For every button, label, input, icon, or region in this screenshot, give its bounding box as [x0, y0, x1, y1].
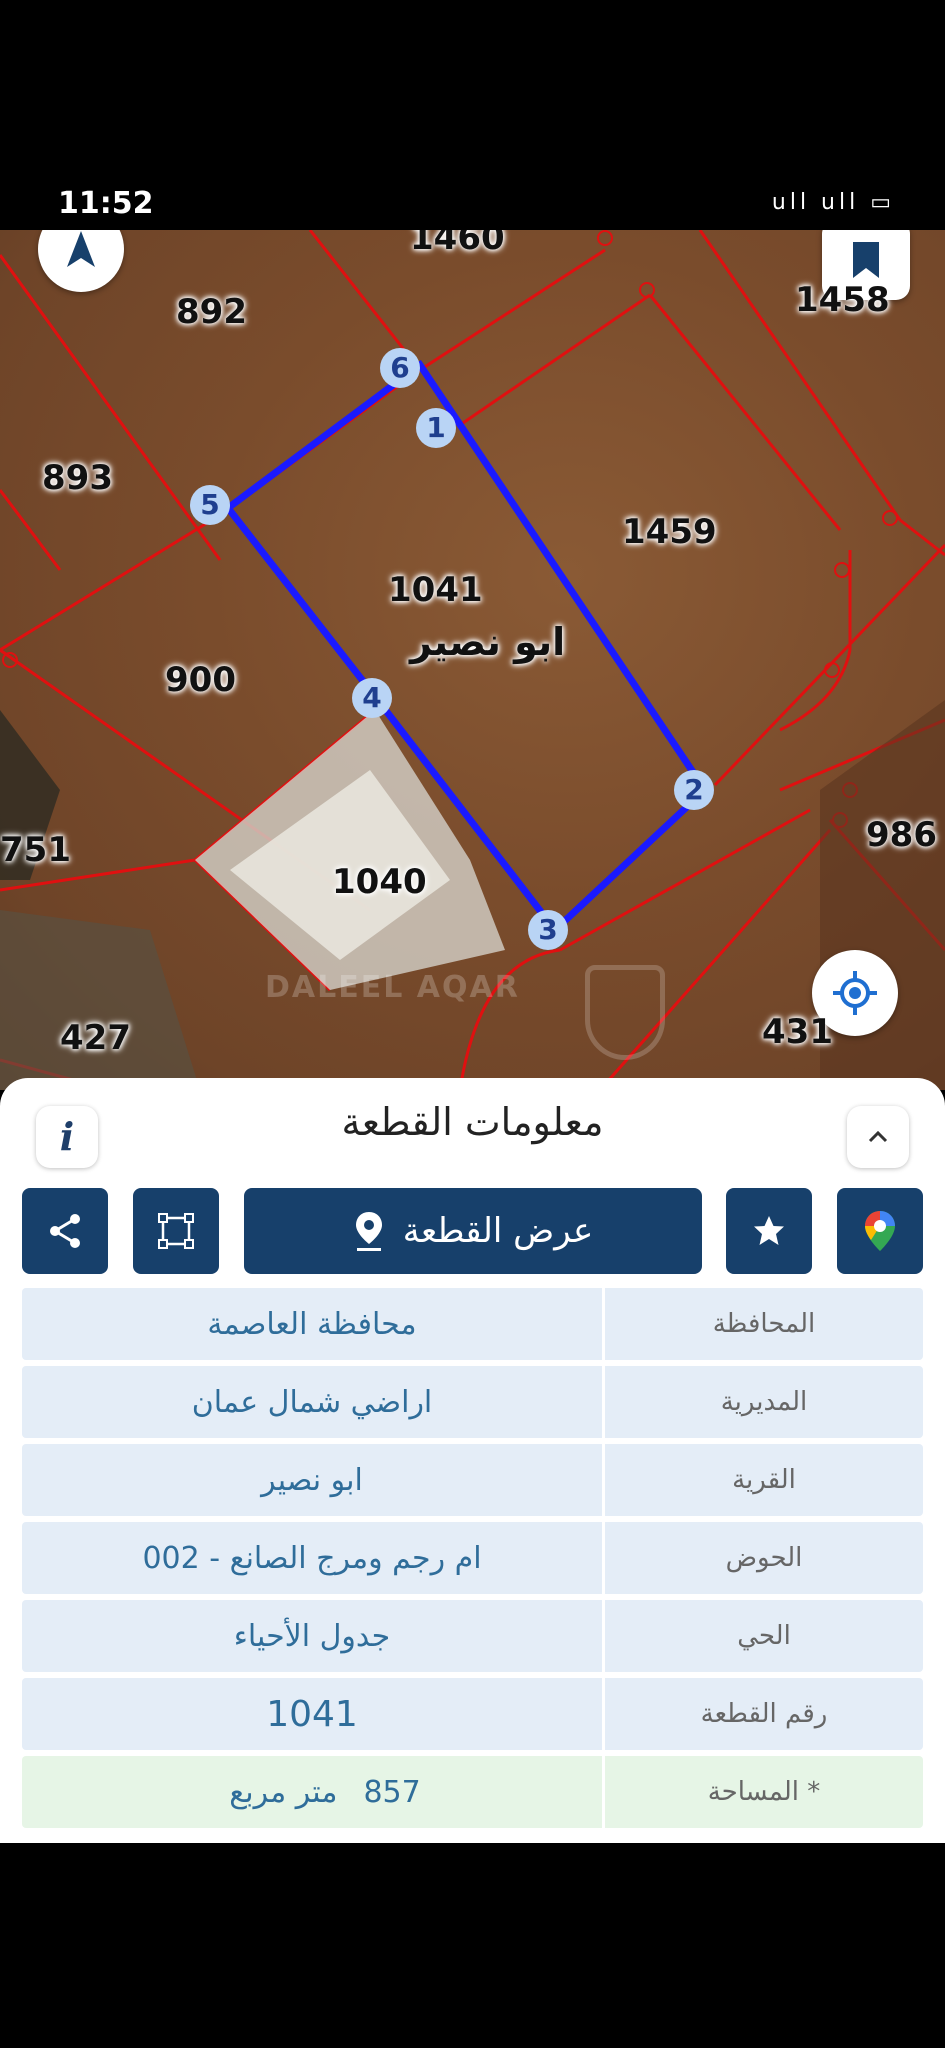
detail-label: المساحة *: [605, 1756, 923, 1828]
plot-label-1041: 1041: [388, 570, 483, 610]
location-pin-icon: [355, 1212, 382, 1251]
detail-label: المحافظة: [605, 1288, 923, 1360]
google-maps-icon: [865, 1211, 895, 1251]
area-unit: متر مربع: [229, 1774, 338, 1810]
detail-row-neighborhood: جدول الأحياء الحي: [22, 1600, 923, 1672]
detail-row-village: ابو نصير القرية: [22, 1444, 923, 1516]
detail-value: ابو نصير: [22, 1444, 602, 1516]
polygon-icon: [158, 1213, 194, 1249]
detail-label: المديرية: [605, 1366, 923, 1438]
plot-label-892: 892: [176, 292, 247, 332]
chevron-up-icon: [868, 1130, 888, 1143]
detail-value: جدول الأحياء: [22, 1600, 602, 1672]
detail-value: 1041: [22, 1678, 602, 1750]
detail-value: اراضي شمال عمان: [22, 1366, 602, 1438]
watermark-logo-icon: [585, 965, 665, 1060]
show-plot-label: عرض القطعة: [402, 1211, 594, 1251]
plot-label-751: 751: [0, 830, 71, 870]
status-icons: ull ull ▭: [771, 190, 895, 215]
village-label: ابو نصير: [410, 620, 566, 664]
share-button[interactable]: [22, 1188, 108, 1274]
detail-value: محافظة العاصمة: [22, 1288, 602, 1360]
north-arrow-icon: [67, 231, 95, 267]
status-time: 11:52: [58, 186, 154, 221]
google-maps-button[interactable]: [837, 1188, 923, 1274]
vertex-3[interactable]: 3: [528, 910, 568, 950]
plot-label-893: 893: [42, 458, 113, 498]
show-plot-button[interactable]: عرض القطعة: [244, 1188, 702, 1274]
plot-details-table: محافظة العاصمة المحافظة اراضي شمال عمان …: [22, 1288, 923, 1834]
plot-label-431: 431: [762, 1012, 833, 1052]
detail-label: رقم القطعة: [605, 1678, 923, 1750]
vertex-4[interactable]: 4: [352, 678, 392, 718]
vertex-6[interactable]: 6: [380, 348, 420, 388]
detail-row-area: متر مربع 857 المساحة *: [22, 1756, 923, 1828]
favorite-button[interactable]: [726, 1188, 812, 1274]
collapse-button[interactable]: [847, 1106, 909, 1168]
plot-label-986: 986: [866, 815, 937, 855]
detail-label: الحوض: [605, 1522, 923, 1594]
detail-row-directorate: اراضي شمال عمان المديرية: [22, 1366, 923, 1438]
plot-label-1458: 1458: [795, 280, 890, 320]
plot-info-panel: i معلومات القطعة عرض القطعة محافظة العاص…: [0, 1078, 945, 1843]
detail-value: متر مربع 857: [22, 1756, 602, 1828]
share-icon: [50, 1214, 80, 1248]
vertex-5[interactable]: 5: [190, 485, 230, 525]
star-icon: [754, 1216, 784, 1245]
detail-row-governorate: محافظة العاصمة المحافظة: [22, 1288, 923, 1360]
plot-label-1460: 1460: [410, 230, 505, 258]
vertex-1[interactable]: 1: [416, 408, 456, 448]
panel-title: معلومات القطعة: [341, 1100, 604, 1144]
vertex-2[interactable]: 2: [674, 770, 714, 810]
status-bar: 11:52 ull ull ▭: [0, 0, 945, 230]
draw-polygon-button[interactable]: [133, 1188, 219, 1274]
bottom-bar: [0, 1843, 945, 2048]
bookmark-icon: [853, 242, 879, 278]
watermark-text: DALEEL AQAR: [265, 970, 520, 1005]
plot-label-900: 900: [165, 660, 236, 700]
detail-label: القرية: [605, 1444, 923, 1516]
area-value: 857: [363, 1774, 421, 1810]
detail-row-plot-number: 1041 رقم القطعة: [22, 1678, 923, 1750]
map-view[interactable]: 1460 892 1458 893 1459 1041 ابو نصير 900…: [0, 230, 945, 1090]
detail-value: ام رجم ومرج الصانع - 002: [22, 1522, 602, 1594]
plot-label-1459: 1459: [622, 512, 717, 552]
detail-label: الحي: [605, 1600, 923, 1672]
detail-row-basin: ام رجم ومرج الصانع - 002 الحوض: [22, 1522, 923, 1594]
plot-label-427: 427: [60, 1018, 131, 1058]
target-icon: [833, 971, 877, 1015]
plot-label-1040: 1040: [332, 862, 427, 902]
